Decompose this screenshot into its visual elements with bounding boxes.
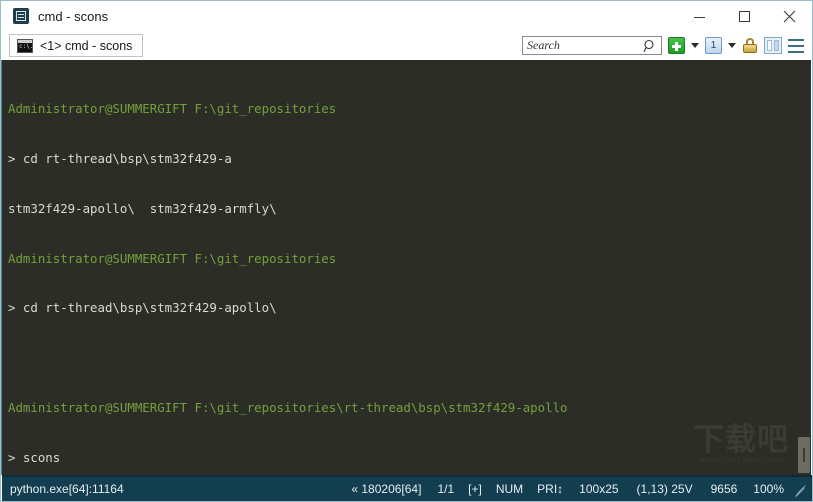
tab-strip: <1> cmd - scons xyxy=(1,31,522,60)
padlock-icon xyxy=(742,37,758,54)
title-bar-left: cmd - scons xyxy=(1,8,677,24)
terminal-line: stm32f429-apollo\ stm32f429-armfly\ xyxy=(8,200,277,216)
status-priority: PRI↕ xyxy=(537,481,564,496)
status-zoom-level: 100% xyxy=(753,481,784,496)
tab-list-dropdown-button[interactable] xyxy=(728,43,736,48)
cmd-console-icon xyxy=(17,38,33,53)
tab-toolbar-row: <1> cmd - scons 1 xyxy=(1,31,812,60)
toolbar: 1 xyxy=(522,36,812,55)
terminal-line: Administrator@SUMMERGIFT F:\git_reposito… xyxy=(8,250,337,266)
maximize-icon xyxy=(739,10,750,22)
split-view-button[interactable] xyxy=(764,37,782,54)
minimize-button[interactable] xyxy=(677,1,722,31)
magnifier-icon xyxy=(643,39,654,53)
scrollbar-thumb[interactable] xyxy=(798,437,810,473)
tab-cmd-scons[interactable]: <1> cmd - scons xyxy=(9,34,144,57)
terminal-line: Administrator@SUMMERGIFT F:\git_reposito… xyxy=(8,399,568,415)
terminal-line: > scons xyxy=(8,449,61,465)
chevron-down-icon xyxy=(728,43,736,48)
tab-list-button[interactable]: 1 xyxy=(705,37,722,54)
status-cursor-pos: (1,13) 25V xyxy=(636,481,693,496)
status-bar-separator xyxy=(2,475,812,477)
status-tab-position: 1/1 xyxy=(437,481,455,496)
new-tab-button[interactable] xyxy=(668,37,685,54)
window-title: cmd - scons xyxy=(38,8,109,24)
terminal-line: > cd rt-thread\bsp\stm32f429-a xyxy=(8,150,232,166)
numbered-window-icon: 1 xyxy=(705,37,722,54)
resize-grip-icon[interactable] xyxy=(793,481,809,497)
chevron-down-icon xyxy=(691,43,699,48)
hamburger-menu-icon xyxy=(788,38,804,53)
status-insert-mode: [+] xyxy=(468,481,482,496)
status-num-lock: NUM xyxy=(495,481,524,496)
status-buffer-size: 100x25 xyxy=(579,481,619,496)
search-box[interactable] xyxy=(522,36,662,55)
status-fields: « 180206[64] 1/1 [+] NUM PRI↕ 100x25 (1,… xyxy=(342,481,812,497)
title-bar: cmd - scons xyxy=(1,1,812,31)
status-bar: python.exe[64]:11164 « 180206[64] 1/1 [+… xyxy=(2,475,812,501)
minimize-icon xyxy=(694,16,705,18)
close-icon xyxy=(783,10,796,22)
search-input[interactable] xyxy=(523,37,641,54)
terminal-scrollbar[interactable] xyxy=(797,60,811,475)
terminal-output-area[interactable]: Administrator@SUMMERGIFT F:\git_reposito… xyxy=(2,60,799,475)
close-button[interactable] xyxy=(767,1,812,31)
split-pane-icon xyxy=(764,37,782,54)
new-tab-dropdown-button[interactable] xyxy=(691,43,699,48)
maximize-button[interactable] xyxy=(722,1,767,31)
lock-button[interactable] xyxy=(742,37,758,54)
status-build-version: « 180206[64] xyxy=(351,481,422,496)
console-app-icon xyxy=(13,8,29,24)
terminal-line: > cd rt-thread\bsp\stm32f429-apollo\ xyxy=(8,300,277,316)
terminal-text: Administrator@SUMMERGIFT F:\git_reposito… xyxy=(2,60,799,475)
tab-label: <1> cmd - scons xyxy=(40,38,133,53)
status-process: python.exe[64]:11164 xyxy=(10,481,124,496)
status-memory: 9656 xyxy=(710,481,738,496)
console-window: cmd - scons <1> cmd - scons xyxy=(0,0,813,502)
green-plus-icon xyxy=(668,37,685,54)
window-controls xyxy=(677,1,812,31)
menu-button[interactable] xyxy=(788,38,804,53)
terminal-line: Administrator@SUMMERGIFT F:\git_reposito… xyxy=(8,101,337,117)
